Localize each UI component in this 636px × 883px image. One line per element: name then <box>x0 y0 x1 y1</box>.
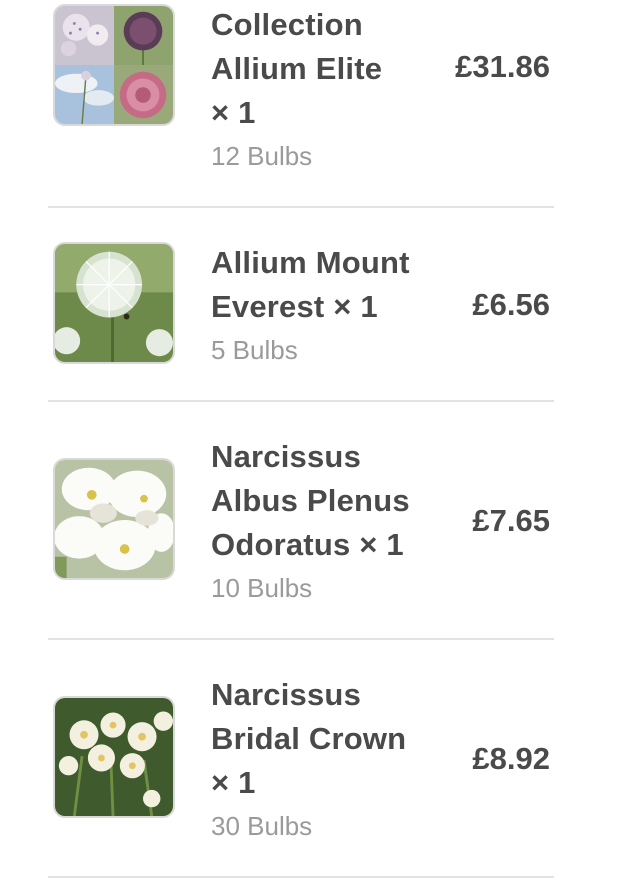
product-name[interactable]: Narcissus Bridal Crown × 1 <box>211 673 426 805</box>
product-quantity: × 1 <box>333 289 378 324</box>
order-item[interactable]: Collection Allium Elite × 1 12 Bulbs £31… <box>48 0 554 206</box>
bulb-count: 10 Bulbs <box>211 573 313 603</box>
order-item[interactable]: Narcissus Albus Plenus Odoratus × 1 10 B… <box>48 402 554 638</box>
cream-narcissus-photo-icon <box>55 698 173 816</box>
product-name[interactable]: Allium Mount Everest × 1 <box>211 241 426 329</box>
product-name[interactable]: Collection Allium Elite × 1 <box>211 3 426 135</box>
product-quantity: × 1 <box>359 527 404 562</box>
product-name-text: Collection Allium Elite <box>211 7 383 86</box>
bulb-count: 30 Bulbs <box>211 811 313 841</box>
allium-collection-photo-icon <box>55 6 173 124</box>
item-price: £7.65 <box>472 503 550 538</box>
product-quantity: × 1 <box>211 765 256 800</box>
product-thumbnail[interactable] <box>53 4 175 126</box>
product-thumbnail[interactable] <box>53 696 175 818</box>
order-item[interactable]: Narcissus Bridal Crown × 1 30 Bulbs £8.9… <box>48 640 554 876</box>
product-thumbnail[interactable] <box>53 242 175 364</box>
item-price: £8.92 <box>472 741 550 776</box>
product-name-text: Allium Mount Everest <box>211 245 410 324</box>
white-narcissus-photo-icon <box>55 460 173 578</box>
order-item[interactable]: Allium Mount Everest × 1 5 Bulbs £6.56 <box>48 208 554 400</box>
white-allium-photo-icon <box>55 244 173 362</box>
bulb-count: 12 Bulbs <box>211 141 313 171</box>
product-name[interactable]: Narcissus Albus Plenus Odoratus × 1 <box>211 435 426 567</box>
item-price: £6.56 <box>472 287 550 322</box>
divider <box>48 876 554 878</box>
order-item-list: Collection Allium Elite × 1 12 Bulbs £31… <box>0 0 636 883</box>
product-name-text: Narcissus Bridal Crown <box>211 677 407 756</box>
product-quantity: × 1 <box>211 95 256 130</box>
item-price: £31.86 <box>455 49 550 84</box>
bulb-count: 5 Bulbs <box>211 335 298 365</box>
product-thumbnail[interactable] <box>53 458 175 580</box>
